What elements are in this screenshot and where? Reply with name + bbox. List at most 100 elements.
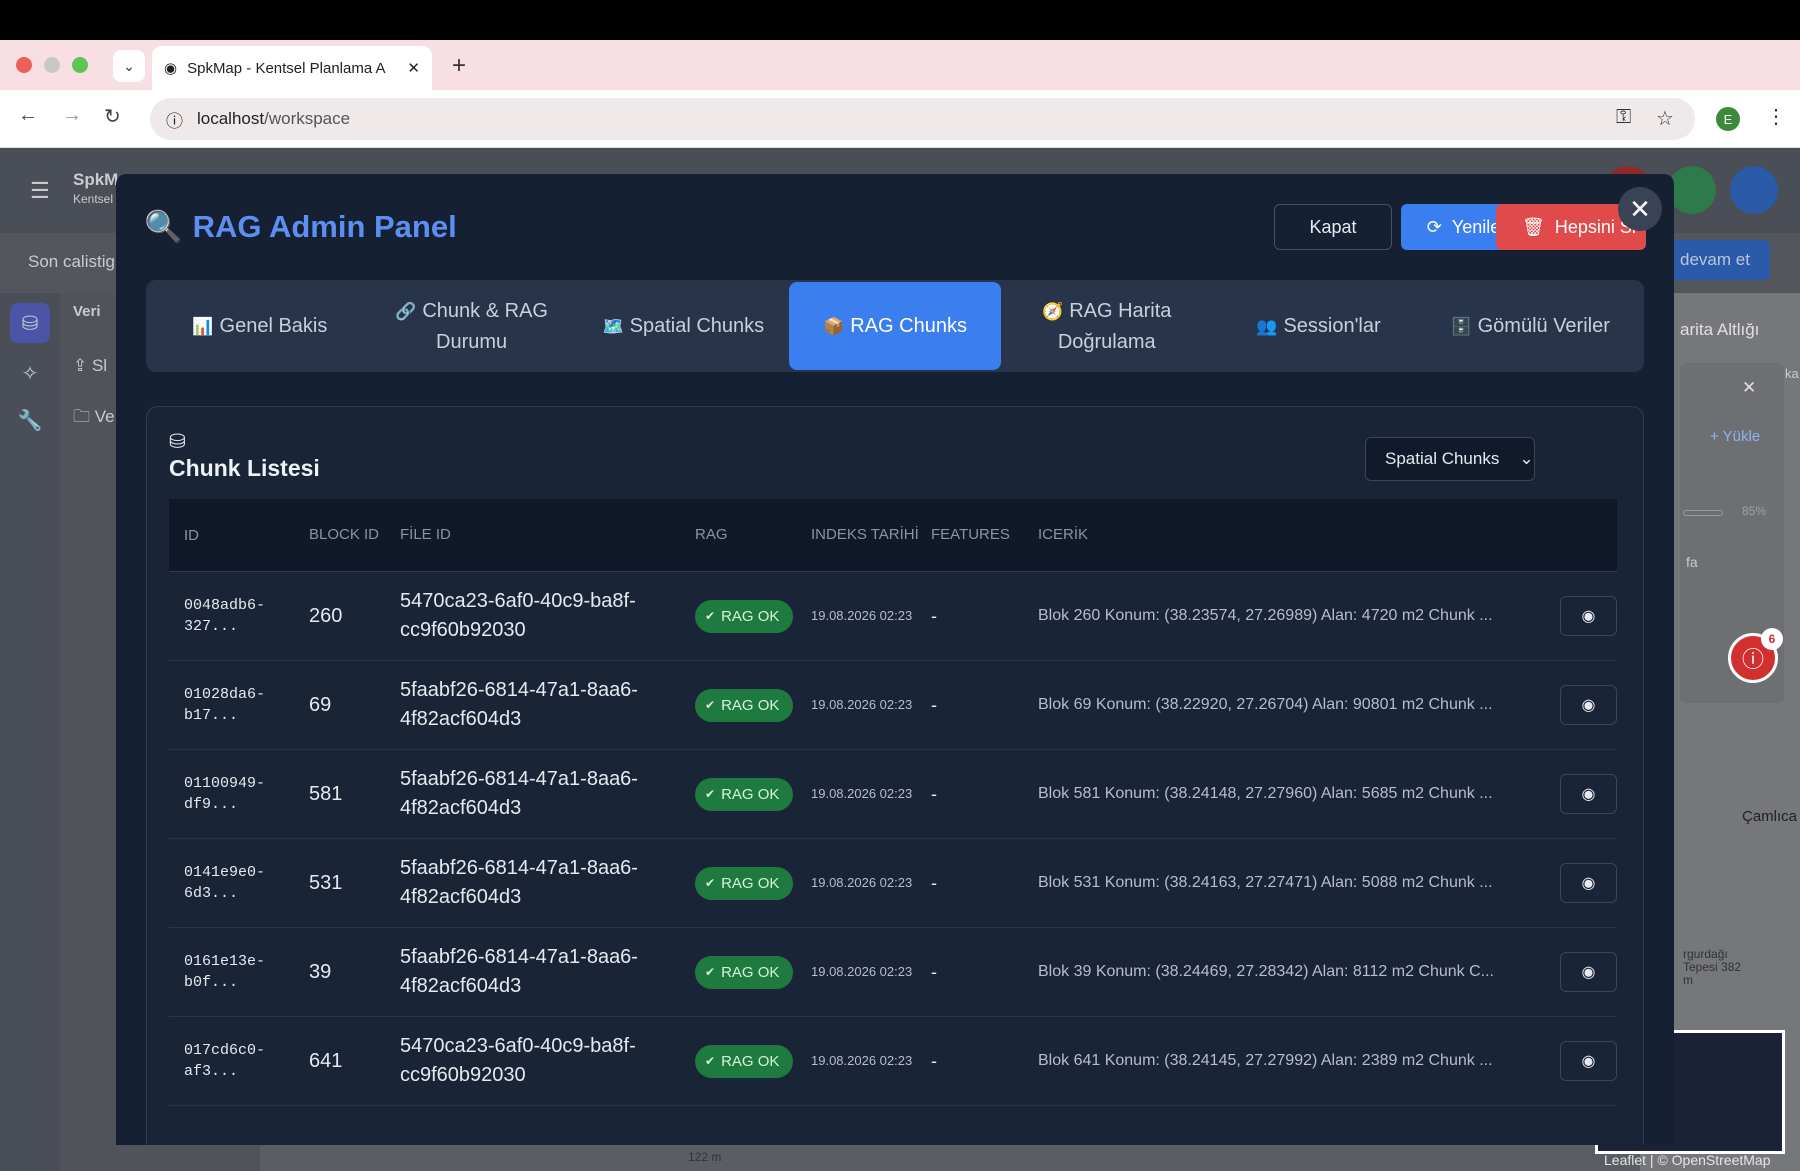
table-row[interactable]: 01028da6-b17... 69 5faabf26-6814-47a1-8a… [169,661,1617,750]
upload-link[interactable]: + Yükle [1710,428,1760,445]
view-button[interactable]: ◉ [1560,596,1617,636]
eye-icon: ◉ [1581,608,1596,625]
check-circle-icon: ✔ [705,786,716,801]
col-rag[interactable]: RAG [695,524,811,546]
tab-rag-chunks[interactable]: 📦 RAG Chunks [789,282,1001,370]
table-row[interactable]: 017cd6c0-af3... 641 5470ca23-6af0-40c9-b… [169,1017,1617,1106]
robot-button[interactable] [1730,166,1778,214]
actions-cell: ◉ [1513,863,1617,903]
table-row[interactable]: 0161e13e-b0f... 39 5faabf26-6814-47a1-8a… [169,928,1617,1017]
chunk-list-card: ⛁ Chunk Listesi Spatial Chunks ⌄ ID BLOC… [146,406,1644,1145]
col-id[interactable]: ID [169,525,309,546]
address-bar[interactable]: ⓘ localhost/workspace [150,98,1695,140]
table-row[interactable]: 0141e9e0-6d3... 531 5faabf26-6814-47a1-8… [169,839,1617,928]
database-icon: ⛁ [169,431,186,453]
tab-chunk-rag-durumu[interactable]: 🔗 Chunk & RAG Durumu [366,282,578,370]
tab-rag-harita-dogrulama[interactable]: 🧭 RAG Harita Doğrulama [1001,282,1213,370]
content-preview: Blok 641 Konum: (38.24145, 27.27992) Ala… [1038,1052,1493,1069]
features: - [931,872,937,893]
continue-button[interactable]: devam et [1660,240,1770,280]
rag-admin-modal: 🔍 RAG Admin Panel Kapat ⟳ Yenile 🗑 Hepsi… [116,174,1674,1145]
col-index-date[interactable]: INDEKS TARİHİ [811,524,931,546]
browser-tab[interactable]: ◉ SpkMap - Kentsel Planlama A ✕ [152,46,432,90]
index-date: 19.08.2026 02:23 [811,697,913,712]
forward-arrow-icon[interactable]: → [62,104,82,127]
features: - [931,961,937,982]
col-features[interactable]: FEATURES [931,524,1038,546]
database-icon[interactable]: ⛁ [10,303,50,343]
rag-status-cell: ✔ RAG OK [695,688,811,722]
browser-menu-icon[interactable]: ⋮ [1766,104,1786,129]
file-id: 5faabf26-6814-47a1-8aa6-4f82acf604d3 [400,768,638,819]
map-attribution[interactable]: Leaflet | © OpenStreetMap [1604,1152,1771,1168]
refresh-icon: ⟳ [1426,216,1442,237]
app-brand-sub: Kentsel [73,192,114,206]
features: - [931,783,937,804]
actions-cell: ◉ [1513,1041,1617,1081]
chunk-id: 0161e13e-b0f... [184,953,266,991]
tab-genel-bakis[interactable]: 📊 Genel Bakis [154,282,366,370]
rag-status-badge: ✔ RAG OK [695,1044,794,1078]
col-block-id[interactable]: BLOCK ID [309,524,400,546]
tab-spatial-chunks[interactable]: 🗺️ Spatial Chunks [577,282,789,370]
panel-item-upload[interactable]: ⇪ Sl [73,356,107,376]
tab-close-icon[interactable]: ✕ [407,59,420,77]
check-circle-icon: ✔ [705,1053,716,1068]
menu-hamburger-icon[interactable]: ☰ [30,178,50,204]
wrench-icon[interactable]: 🔧 [10,400,50,440]
view-button[interactable]: ◉ [1560,863,1617,903]
window-close-button[interactable] [16,57,32,73]
modal-close-icon[interactable]: ✕ [1618,187,1662,231]
key-icon[interactable]: ⚿ [1616,106,1631,129]
eye-icon: ◉ [1581,786,1596,803]
file-id: 5faabf26-6814-47a1-8aa6-4f82acf604d3 [400,857,638,908]
col-content[interactable]: ICERİK [1038,524,1513,546]
panel-title: Veri [73,303,101,320]
app-brand: SpkM [73,170,119,189]
view-button[interactable]: ◉ [1560,685,1617,725]
actions-cell: ◉ [1513,596,1617,636]
view-button[interactable]: ◉ [1560,1041,1617,1081]
rag-status-badge: ✔ RAG OK [695,866,794,900]
alert-count-badge: 6 [1761,628,1783,650]
new-tab-button[interactable]: + [452,52,466,80]
tab-sessions[interactable]: 👥 Session'lar [1213,282,1425,370]
table-row[interactable]: 01100949-df9... 581 5faabf26-6814-47a1-8… [169,750,1617,839]
window-minimize-button[interactable] [44,57,60,73]
table-row[interactable]: 0048adb6-327... 260 5470ca23-6af0-40c9-b… [169,572,1617,661]
features: - [931,694,937,715]
document-button[interactable] [1668,166,1716,214]
eye-icon: ◉ [1581,875,1596,892]
panel-item-folder[interactable]: 🗀 Ve [73,404,115,433]
back-arrow-icon[interactable]: ← [18,104,38,127]
sparkle-icon[interactable]: ✧ [10,353,50,393]
chunk-id: 01100949-df9... [184,775,266,813]
actions-cell: ◉ [1513,685,1617,725]
close-modal-button[interactable]: Kapat [1274,204,1392,250]
file-id: 5470ca23-6af0-40c9-ba8f-cc9f60b92030 [400,590,636,641]
view-button[interactable]: ◉ [1560,952,1617,992]
rag-status-cell: ✔ RAG OK [695,777,811,811]
cabinet-icon: 🗄️ [1450,316,1472,336]
col-file-id[interactable]: FİLE ID [400,524,695,546]
url-host: localhost [197,109,265,128]
window-maximize-button[interactable] [72,57,88,73]
block-id: 531 [309,871,343,894]
chunk-type-select[interactable]: Spatial Chunks ⌄ [1365,437,1535,481]
opacity-slider[interactable] [1683,510,1723,516]
map-scale-label: 122 m [688,1150,722,1164]
map-card-close-icon[interactable]: ✕ [1742,378,1756,398]
site-info-icon[interactable]: ⓘ [166,107,183,132]
map-layer-label[interactable]: arita Altlığı [1680,320,1759,340]
chunk-id: 0048adb6-327... [184,597,266,635]
profile-avatar[interactable]: E [1716,107,1740,131]
package-icon: 📦 [823,316,845,336]
view-button[interactable]: ◉ [1560,774,1617,814]
reload-icon[interactable]: ↻ [104,104,121,129]
tab-gomulu-veriler[interactable]: 🗄️ Gömülü Veriler [1424,282,1636,370]
file-id: 5faabf26-6814-47a1-8aa6-4f82acf604d3 [400,946,638,997]
block-id: 641 [309,1049,343,1072]
bookmark-star-icon[interactable]: ☆ [1656,106,1674,131]
chunk-list-title: Chunk Listesi [169,455,320,481]
tab-search-button[interactable]: ⌄ [113,50,145,82]
